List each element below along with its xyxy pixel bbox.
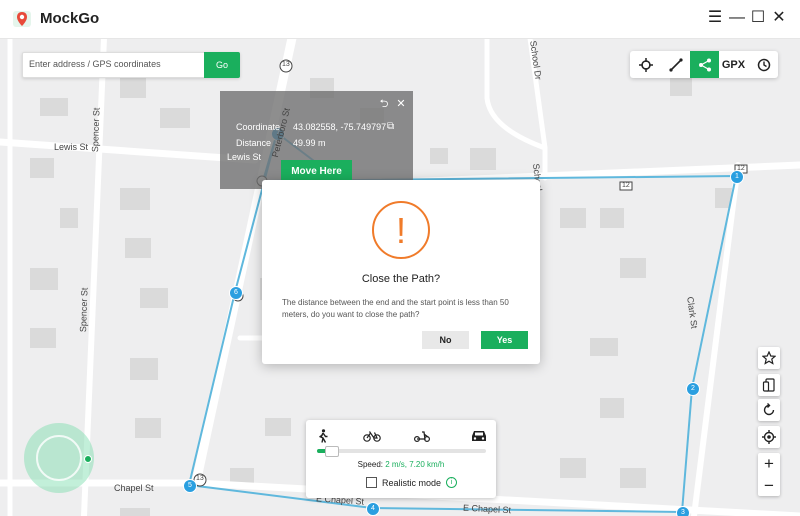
teleport-mode-button[interactable] — [631, 51, 660, 78]
road-label-chapel-st: Chapel St — [114, 483, 154, 493]
address-search-input[interactable] — [23, 53, 213, 75]
zoom-controls: + − — [758, 453, 780, 496]
share-nodes-icon — [698, 58, 711, 71]
close-path-dialog: ! Close the Path? The distance between t… — [262, 180, 540, 364]
car-icon — [472, 431, 486, 441]
waypoint-marker-3[interactable]: 3 — [676, 506, 690, 516]
no-button[interactable]: No — [422, 331, 469, 349]
scooter-icon — [414, 431, 430, 442]
devices-icon — [762, 378, 775, 392]
dialog-title: Close the Path? — [361, 273, 441, 285]
maximize-button[interactable]: ☐ — [749, 9, 767, 27]
refresh-icon — [763, 403, 775, 416]
warning-icon: ! — [372, 201, 430, 259]
move-here-button[interactable]: Move Here — [281, 160, 352, 182]
road-shield-label: 12 — [622, 182, 630, 189]
crosshair-icon — [638, 57, 653, 72]
speed-slider-thumb[interactable] — [325, 446, 340, 457]
title-bar: MockGo ☰ — ☐ ✕ — [0, 0, 800, 39]
coordinate-label: Coordinate — [236, 122, 281, 132]
realistic-mode-label: Realistic mode — [382, 477, 442, 488]
menu-icon[interactable]: ☰ — [706, 9, 724, 27]
speed-panel: Speed: 2 m/s, 7.20 km/h Realistic mode i — [306, 420, 496, 498]
location-info-popup: ⮌ ✕ Coordinate 43.082558, -75.749797 ⧉ D… — [220, 91, 413, 189]
yes-button[interactable]: Yes — [481, 331, 528, 349]
app-title: MockGo — [40, 10, 100, 27]
waypoint-marker-6[interactable]: 6 — [229, 286, 243, 300]
clock-icon — [757, 58, 770, 71]
waypoint-marker-1[interactable]: 1 — [730, 170, 744, 184]
device-button[interactable] — [758, 374, 780, 396]
road-label-spencer-st: Spencer St — [78, 287, 90, 333]
road-shield-label: 13 — [282, 61, 290, 68]
svg-text:!: ! — [396, 210, 406, 251]
speed-value: 2 m/s, 7.20 km/h — [385, 460, 445, 469]
go-button[interactable]: Go — [204, 52, 240, 78]
road-label-lewis-st: Lewis St — [227, 152, 262, 162]
speed-label: Speed: — [357, 460, 386, 469]
target-icon — [762, 430, 776, 444]
joystick-ring — [36, 435, 82, 481]
realistic-mode-checkbox[interactable] — [366, 477, 377, 488]
joystick[interactable] — [24, 423, 94, 493]
copy-icon[interactable]: ⧉ — [387, 121, 394, 132]
car-mode-button[interactable] — [469, 428, 489, 444]
joystick-handle[interactable] — [84, 455, 92, 463]
dialog-message: The distance between the end and the sta… — [282, 298, 509, 319]
diagonal-line-icon — [668, 57, 683, 72]
gpx-import-button[interactable]: GPX — [719, 51, 748, 78]
bike-mode-button[interactable] — [362, 428, 382, 444]
undo-icon[interactable]: ⮌ — [378, 98, 390, 110]
reset-button[interactable] — [758, 399, 780, 421]
realistic-mode-row: Realistic mode i — [366, 477, 458, 488]
close-popup-icon[interactable]: ✕ — [395, 98, 407, 110]
two-spot-mode-button[interactable] — [661, 51, 690, 78]
close-button[interactable]: ✕ — [770, 9, 788, 27]
road-label-lewis-st: Lewis St — [54, 142, 89, 152]
scooter-mode-button[interactable] — [412, 428, 432, 444]
walk-mode-button[interactable] — [314, 428, 332, 444]
waypoint-marker-4[interactable]: 4 — [366, 502, 380, 516]
road-label-spencer-st: Spencer St — [90, 107, 102, 153]
minimize-button[interactable]: — — [728, 9, 746, 27]
zoom-out-button[interactable]: − — [758, 475, 780, 496]
coordinate-value: 43.082558, -75.749797 — [293, 122, 387, 132]
locate-me-button[interactable] — [758, 426, 780, 448]
road-shield-label: 13 — [196, 475, 204, 482]
waypoint-marker-5[interactable]: 5 — [183, 479, 197, 493]
mode-toolbar: GPX — [630, 51, 778, 78]
mockgo-logo-icon — [13, 11, 31, 27]
mockgo-window: MockGo ☰ — ☐ ✕ 1 2 3 4 5 6 Lewis St Lewi… — [0, 0, 800, 516]
favorite-button[interactable] — [758, 347, 780, 369]
speed-slider[interactable] — [317, 446, 486, 457]
bicycle-icon — [363, 431, 381, 442]
multi-spot-mode-button[interactable] — [690, 51, 719, 78]
info-icon[interactable]: i — [446, 477, 458, 488]
distance-value: 49.99 m — [293, 138, 326, 148]
history-button[interactable] — [749, 51, 778, 78]
waypoint-marker-2[interactable]: 2 — [686, 382, 700, 396]
star-icon — [762, 351, 776, 365]
search-bar: Go — [22, 52, 240, 78]
distance-label: Distance — [236, 138, 272, 148]
walking-icon — [319, 429, 328, 443]
zoom-in-button[interactable]: + — [758, 453, 780, 474]
speed-readout: Speed: 2 m/s, 7.20 km/h — [306, 460, 496, 469]
